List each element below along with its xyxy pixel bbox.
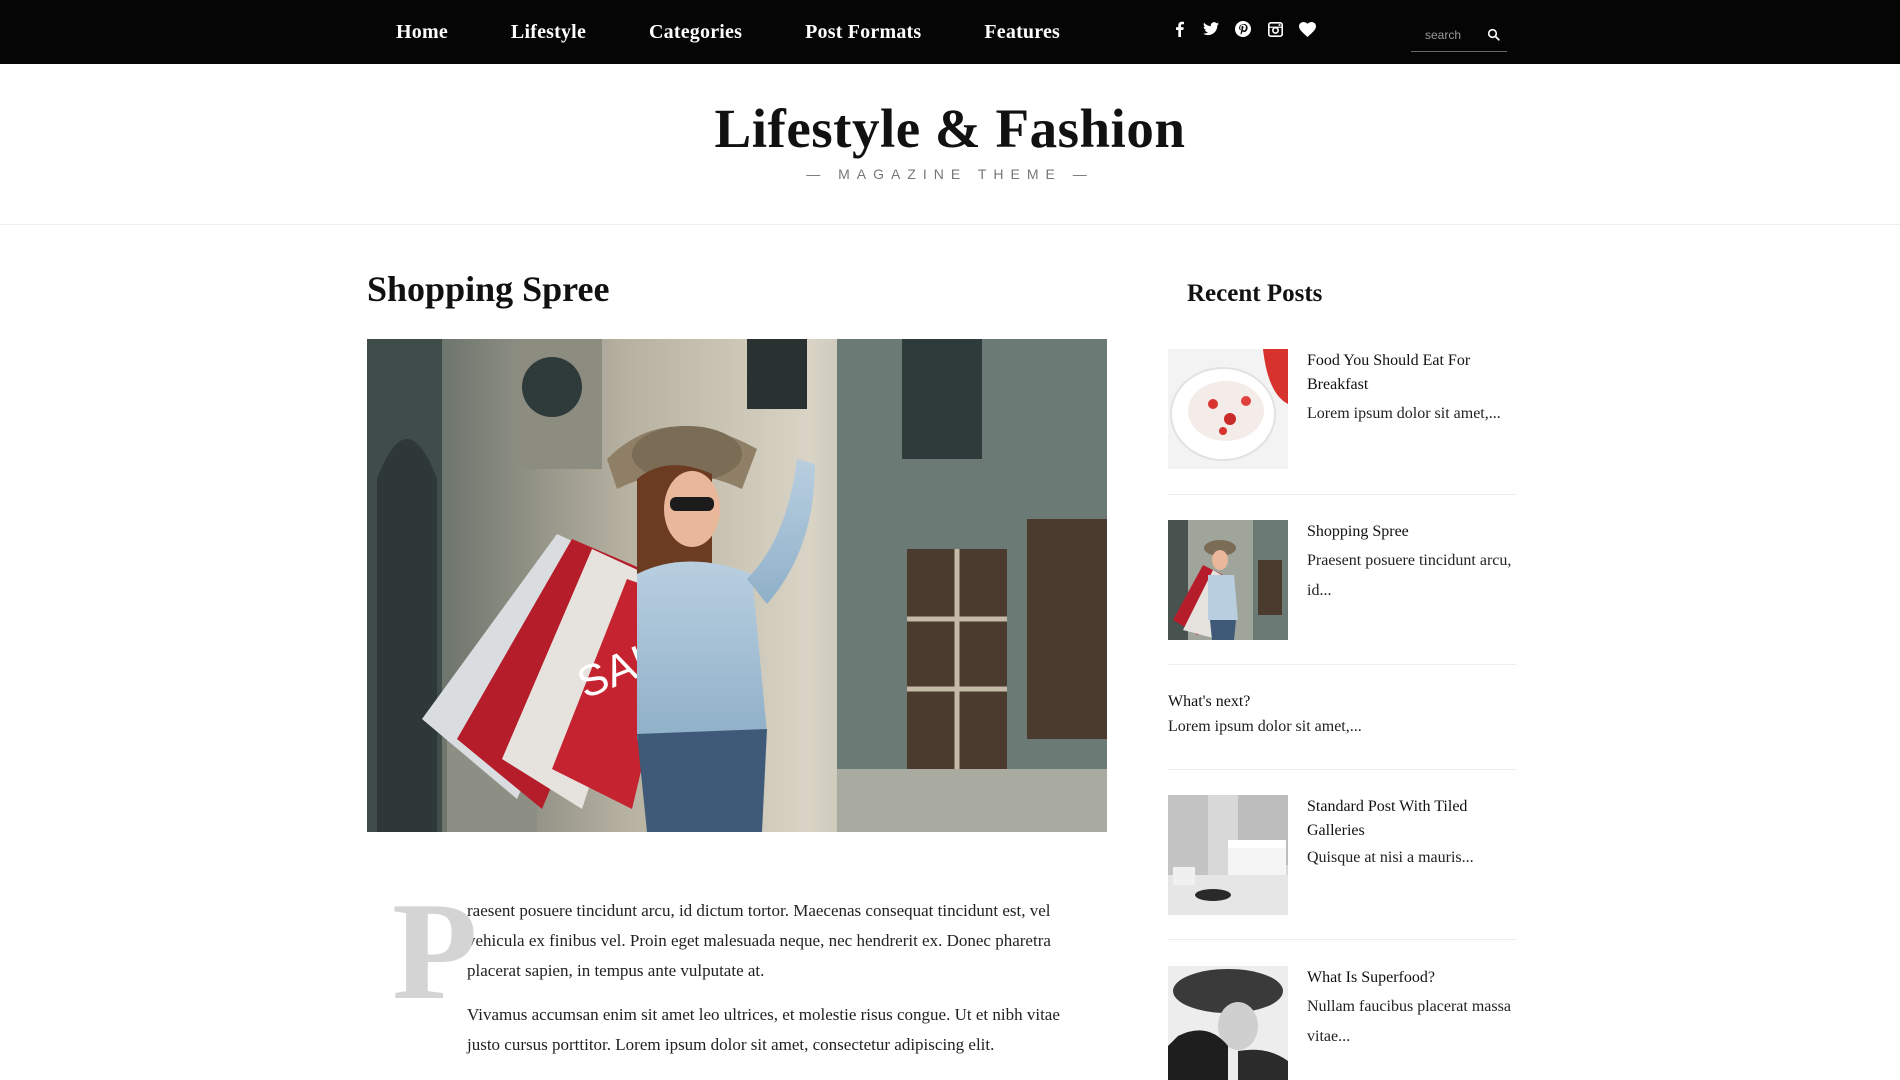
divider <box>1168 494 1516 495</box>
recent-post-item[interactable]: Shopping Spree Praesent posuere tincidun… <box>1168 520 1516 640</box>
recent-post-thumbnail[interactable] <box>1168 349 1288 469</box>
facebook-icon[interactable] <box>1170 19 1188 39</box>
recent-post-thumbnail[interactable] <box>1168 966 1288 1080</box>
pinterest-icon[interactable] <box>1234 19 1252 39</box>
recent-post-item[interactable]: Standard Post With Tiled Galleries Quisq… <box>1168 795 1516 915</box>
recent-post-item[interactable]: What Is Superfood? Nullam faucibus place… <box>1168 966 1516 1080</box>
nav-item-post-formats[interactable]: Post Formats <box>805 21 921 44</box>
post-featured-image: SAL <box>367 339 1107 832</box>
nav-item-home[interactable]: Home <box>396 21 448 44</box>
divider <box>1168 769 1516 770</box>
social-links <box>1170 19 1316 39</box>
recent-post-title[interactable]: Standard Post With Tiled Galleries <box>1307 795 1512 843</box>
post-paragraph: Vivamus accumsan enim sit amet leo ultri… <box>467 1005 1060 1054</box>
search-icon[interactable] <box>1487 28 1501 42</box>
recent-post-thumbnail[interactable] <box>1168 520 1288 640</box>
nav-item-lifestyle[interactable]: Lifestyle <box>511 21 586 44</box>
top-navigation-bar: Home Lifestyle Categories Post Formats F… <box>0 0 1900 64</box>
post-content: P raesent posuere tincidunt arcu, id dic… <box>392 882 1072 1060</box>
site-title[interactable]: Lifestyle & Fashion <box>0 97 1900 160</box>
recent-post-excerpt: Lorem ipsum dolor sit amet,... <box>1307 405 1501 422</box>
recent-post-item[interactable]: What's next? Lorem ipsum dolor sit amet,… <box>1168 690 1516 750</box>
recent-post-excerpt: Lorem ipsum dolor sit amet,... <box>1168 718 1362 735</box>
recent-posts-title: Recent Posts <box>1187 280 1323 307</box>
recent-post-title[interactable]: Shopping Spree <box>1307 520 1512 544</box>
post-paragraph: raesent posuere tincidunt arcu, id dictu… <box>467 901 1051 980</box>
recent-post-excerpt: Praesent posuere tincidunt arcu, id... <box>1307 552 1512 599</box>
heart-icon[interactable] <box>1298 19 1316 39</box>
main-menu: Home Lifestyle Categories Post Formats F… <box>396 0 1123 64</box>
recent-post-excerpt: Nullam faucibus placerat massa vitae... <box>1307 998 1511 1045</box>
recent-post-title[interactable]: What's next? <box>1168 690 1516 714</box>
recent-post-thumbnail[interactable] <box>1168 795 1288 915</box>
site-header: Lifestyle & Fashion — MAGAZINE THEME — <box>0 64 1900 225</box>
drop-cap: P <box>392 874 478 1029</box>
instagram-icon[interactable] <box>1266 19 1284 39</box>
nav-item-categories[interactable]: Categories <box>649 21 742 44</box>
search-input[interactable] <box>1425 24 1485 46</box>
recent-post-title[interactable]: Food You Should Eat For Breakfast <box>1307 349 1512 397</box>
divider <box>1168 664 1516 665</box>
recent-post-excerpt: Quisque at nisi a mauris... <box>1307 849 1474 866</box>
search-box <box>1411 20 1507 52</box>
site-tagline: — MAGAZINE THEME — <box>806 166 1094 182</box>
post-title: Shopping Spree <box>367 269 610 309</box>
divider <box>1168 939 1516 940</box>
nav-item-features[interactable]: Features <box>984 21 1060 44</box>
recent-post-item[interactable]: Food You Should Eat For Breakfast Lorem … <box>1168 349 1516 469</box>
twitter-icon[interactable] <box>1202 19 1220 39</box>
recent-post-title[interactable]: What Is Superfood? <box>1307 966 1512 990</box>
